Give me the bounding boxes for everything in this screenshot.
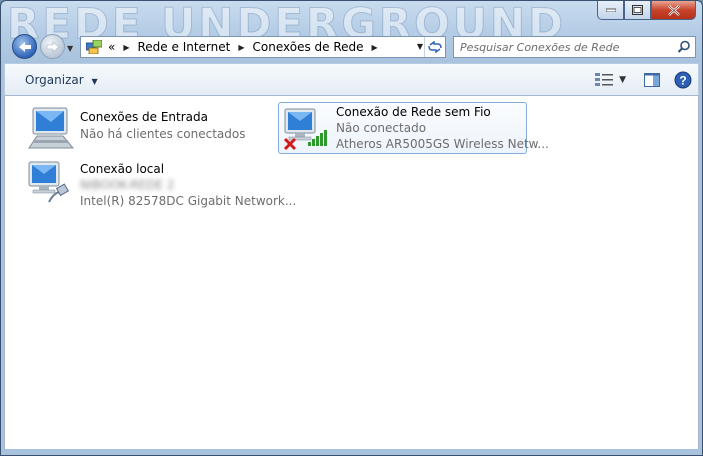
close-button[interactable] — [651, 1, 696, 20]
connection-item-wireless[interactable]: Conexão de Rede sem Fio Não conectado At… — [278, 102, 549, 154]
address-bar[interactable]: « ▶ Rede e Internet ▶ Conexões de Rede ▶… — [80, 36, 446, 58]
connection-network-name: NIBOOK-REDE 2 — [80, 178, 175, 192]
chevron-down-icon: ▼ — [91, 77, 98, 86]
maximize-button[interactable] — [624, 1, 651, 20]
search-input[interactable] — [454, 37, 669, 57]
connection-name: Conexão de Rede sem Fio — [336, 105, 491, 119]
breadcrumb-separator[interactable]: ▶ — [117, 43, 135, 52]
preview-pane-icon — [644, 73, 660, 87]
network-folder-icon — [85, 39, 103, 55]
wireless-signal-icon — [308, 130, 327, 146]
connection-status: Não conectado — [336, 121, 427, 135]
ethernet-cable-icon — [48, 183, 69, 203]
refresh-icon — [428, 41, 442, 53]
recent-locations-chevron[interactable]: « — [106, 40, 117, 54]
forward-arrow-icon — [46, 40, 59, 53]
recent-pages-dropdown[interactable]: ▼ — [67, 44, 73, 53]
address-history-dropdown[interactable]: ▼ — [417, 42, 423, 51]
minimize-button[interactable] — [597, 1, 624, 20]
connection-item-local[interactable]: Conexão local NIBOOK-REDE 2 Intel(R) 825… — [23, 156, 296, 212]
minimize-icon — [605, 8, 616, 12]
connection-name: Conexões de Entrada — [80, 110, 208, 124]
window-bottom-frame — [1, 449, 702, 455]
preview-pane-button[interactable] — [644, 68, 660, 92]
network-computer-icon — [28, 107, 75, 149]
help-icon: ? — [674, 71, 692, 89]
view-dropdown-button[interactable]: ▼ — [619, 68, 626, 92]
connection-adapter: Intel(R) 82578DC Gigabit Network... — [80, 194, 297, 208]
maximize-icon — [632, 5, 643, 15]
toolbar-right-buttons: ▼ ? — [589, 68, 692, 92]
organize-label: Organizar — [25, 73, 84, 87]
search-icon[interactable] — [677, 40, 691, 54]
close-icon — [667, 4, 680, 16]
connections-list: Conexões de Entrada Não há clientes cone… — [4, 96, 699, 451]
connection-item-incoming[interactable]: Conexões de Entrada Não há clientes cone… — [23, 102, 269, 154]
connection-name: Conexão local — [80, 162, 165, 176]
forward-button[interactable] — [40, 34, 65, 59]
svg-text:?: ? — [679, 74, 686, 88]
command-bar: Organizar ▼ ▼ ? — [4, 63, 699, 96]
red-x-icon — [283, 137, 297, 151]
back-arrow-icon — [18, 41, 31, 52]
change-view-button[interactable] — [595, 68, 614, 92]
navigation-bar: ▼ « ▶ Rede e Internet ▶ Conexões de Rede… — [1, 31, 702, 63]
connection-status: Não há clientes conectados — [80, 127, 246, 141]
explorer-window: REDE UNDERGROUND ▼ « ▶ Rede e Internet ▶… — [0, 0, 703, 456]
search-box[interactable] — [453, 36, 696, 58]
chevron-down-icon: ▼ — [619, 75, 626, 85]
breadcrumb-rede-e-internet[interactable]: Rede e Internet — [136, 40, 233, 54]
title-bar[interactable]: REDE UNDERGROUND — [1, 1, 702, 49]
view-options-icon — [595, 73, 614, 86]
refresh-button[interactable] — [424, 37, 445, 57]
breadcrumb-conexoes-de-rede[interactable]: Conexões de Rede — [251, 40, 366, 54]
connection-adapter: Atheros AR5005GS Wireless Netw... — [336, 137, 549, 151]
back-button[interactable] — [12, 34, 37, 59]
help-button[interactable]: ? — [674, 68, 692, 92]
organize-menu[interactable]: Organizar ▼ — [25, 73, 98, 87]
breadcrumb-separator[interactable]: ▶ — [232, 43, 250, 52]
caption-buttons — [597, 1, 696, 20]
breadcrumb-separator[interactable]: ▶ — [366, 43, 384, 52]
